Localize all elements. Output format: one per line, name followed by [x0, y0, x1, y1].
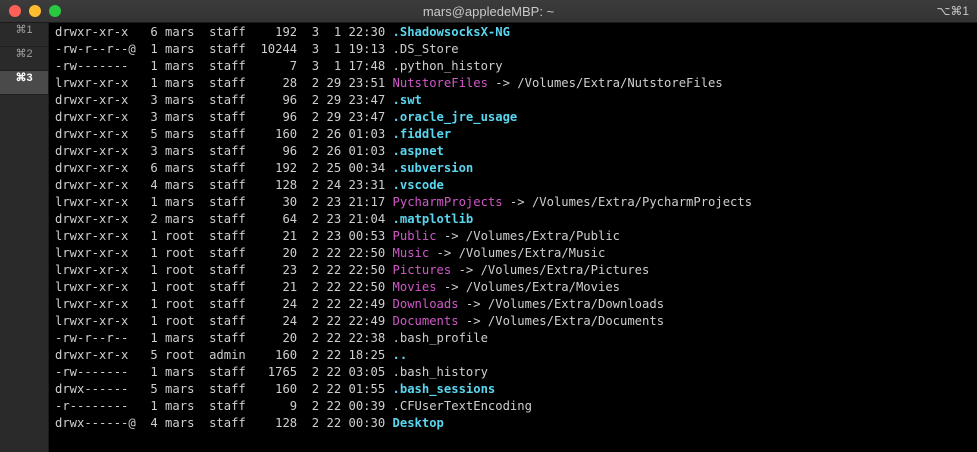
- symlink-name: NutstoreFiles: [392, 76, 488, 90]
- listing-row: drwxr-xr-x 3 mars staff 96 2 29 23:47 .o…: [55, 109, 977, 126]
- symlink-target: -> /Volumes/Extra/PycharmProjects: [502, 195, 753, 209]
- listing-row: -rw-r--r--@ 1 mars staff 10244 3 1 19:13…: [55, 41, 977, 58]
- symlink-target: -> /Volumes/Extra/Public: [436, 229, 620, 243]
- symlink-name: Pictures: [392, 263, 452, 277]
- listing-row: drwx------@ 4 mars staff 128 2 22 00:30 …: [55, 415, 977, 432]
- terminal-output[interactable]: drwxr-xr-x 6 mars staff 192 3 1 22:30 .S…: [55, 24, 977, 452]
- window-title: mars@appledeMBP: ~: [422, 4, 555, 19]
- file-meta: drwxr-xr-x 3 mars staff 96 2 29 23:47: [55, 110, 393, 124]
- file-name: .bash_history: [392, 365, 488, 379]
- file-meta: drwxr-xr-x 3 mars staff 96 2 26 01:03: [55, 144, 393, 158]
- symlink-target: -> /Volumes/Extra/Music: [429, 246, 606, 260]
- directory-name: .swt: [392, 93, 422, 107]
- listing-row: -rw------- 1 mars staff 1765 2 22 03:05 …: [55, 364, 977, 381]
- listing-row: lrwxr-xr-x 1 root staff 21 2 23 00:53 Pu…: [55, 228, 977, 245]
- file-meta: drwxr-xr-x 4 mars staff 128 2 24 23:31: [55, 178, 393, 192]
- symlink-name: Movies: [392, 280, 437, 294]
- title-bar[interactable]: mars@appledeMBP: ~ ⌥⌘1: [0, 0, 977, 23]
- file-meta: lrwxr-xr-x 1 root staff 20 2 22 22:50: [55, 246, 393, 260]
- file-meta: -r-------- 1 mars staff 9 2 22 00:39: [55, 399, 393, 413]
- listing-row: drwxr-xr-x 3 mars staff 96 2 29 23:47 .s…: [55, 92, 977, 109]
- file-meta: drwxr-xr-x 2 mars staff 64 2 23 21:04: [55, 212, 393, 226]
- listing-row: drwxr-xr-x 5 root admin 160 2 22 18:25 .…: [55, 347, 977, 364]
- listing-row: lrwxr-xr-x 1 root staff 24 2 22 22:49 Do…: [55, 313, 977, 330]
- file-meta: lrwxr-xr-x 1 root staff 21 2 23 00:53: [55, 229, 393, 243]
- symlink-name: Downloads: [392, 297, 459, 311]
- directory-name: .ShadowsocksX-NG: [392, 25, 510, 39]
- file-meta: drwxr-xr-x 5 mars staff 160 2 26 01:03: [55, 127, 393, 141]
- file-meta: -rw-r--r--@ 1 mars staff 10244 3 1 19:13: [55, 42, 393, 56]
- file-name: .python_history: [392, 59, 503, 73]
- terminal-window: mars@appledeMBP: ~ ⌥⌘1 ⌘1 ⌘2 ⌘3 drwxr-xr-x…: [0, 0, 977, 452]
- symlink-target: -> /Volumes/Extra/Documents: [458, 314, 665, 328]
- directory-name: .subversion: [392, 161, 474, 175]
- listing-row: -rw-r--r-- 1 mars staff 20 2 22 22:38 .b…: [55, 330, 977, 347]
- listing-row: drwxr-xr-x 5 mars staff 160 2 26 01:03 .…: [55, 126, 977, 143]
- file-meta: drwxr-xr-x 5 root admin 160 2 22 18:25: [55, 348, 393, 362]
- file-meta: drwx------@ 4 mars staff 128 2 22 00:30: [55, 416, 393, 430]
- directory-name: .oracle_jre_usage: [392, 110, 518, 124]
- listing-row: lrwxr-xr-x 1 mars staff 28 2 29 23:51 Nu…: [55, 75, 977, 92]
- file-meta: lrwxr-xr-x 1 root staff 24 2 22 22:49: [55, 314, 393, 328]
- listing-row: lrwxr-xr-x 1 mars staff 30 2 23 21:17 Py…: [55, 194, 977, 211]
- tab-2[interactable]: ⌘2: [0, 47, 48, 71]
- file-meta: drwxr-xr-x 6 mars staff 192 2 25 00:34: [55, 161, 393, 175]
- listing-row: drwx------ 5 mars staff 160 2 22 01:55 .…: [55, 381, 977, 398]
- directory-name: .fiddler: [392, 127, 452, 141]
- tab-1[interactable]: ⌘1: [0, 23, 48, 47]
- file-meta: -rw------- 1 mars staff 7 3 1 17:48: [55, 59, 393, 73]
- directory-name: ..: [392, 348, 408, 362]
- file-meta: lrwxr-xr-x 1 root staff 24 2 22 22:49: [55, 297, 393, 311]
- file-meta: -rw------- 1 mars staff 1765 2 22 03:05: [55, 365, 393, 379]
- listing-row: drwxr-xr-x 2 mars staff 64 2 23 21:04 .m…: [55, 211, 977, 228]
- listing-row: lrwxr-xr-x 1 root staff 23 2 22 22:50 Pi…: [55, 262, 977, 279]
- file-meta: drwxr-xr-x 6 mars staff 192 3 1 22:30: [55, 25, 393, 39]
- listing-row: -r-------- 1 mars staff 9 2 22 00:39 .CF…: [55, 398, 977, 415]
- file-name: .DS_Store: [392, 42, 459, 56]
- listing-row: drwxr-xr-x 3 mars staff 96 2 26 01:03 .a…: [55, 143, 977, 160]
- file-meta: drwx------ 5 mars staff 160 2 22 01:55: [55, 382, 393, 396]
- listing-row: -rw------- 1 mars staff 7 3 1 17:48 .pyt…: [55, 58, 977, 75]
- symlink-target: -> /Volumes/Extra/Pictures: [451, 263, 650, 277]
- symlink-name: Documents: [392, 314, 459, 328]
- symlink-name: PycharmProjects: [392, 195, 503, 209]
- directory-name: .aspnet: [392, 144, 444, 158]
- listing-row: lrwxr-xr-x 1 root staff 24 2 22 22:49 Do…: [55, 296, 977, 313]
- file-meta: -rw-r--r-- 1 mars staff 20 2 22 22:38: [55, 331, 393, 345]
- symlink-name: Music: [392, 246, 430, 260]
- listing-row: drwxr-xr-x 6 mars staff 192 2 25 00:34 .…: [55, 160, 977, 177]
- listing-row: lrwxr-xr-x 1 root staff 20 2 22 22:50 Mu…: [55, 245, 977, 262]
- file-meta: lrwxr-xr-x 1 root staff 23 2 22 22:50: [55, 263, 393, 277]
- directory-name: .bash_sessions: [392, 382, 496, 396]
- symlink-target: -> /Volumes/Extra/Movies: [436, 280, 620, 294]
- directory-name: .matplotlib: [392, 212, 474, 226]
- file-meta: lrwxr-xr-x 1 root staff 21 2 22 22:50: [55, 280, 393, 294]
- file-meta: lrwxr-xr-x 1 mars staff 30 2 23 21:17: [55, 195, 393, 209]
- listing-row: lrwxr-xr-x 1 root staff 21 2 22 22:50 Mo…: [55, 279, 977, 296]
- symlink-target: -> /Volumes/Extra/NutstoreFiles: [487, 76, 723, 90]
- symlink-name: Public: [392, 229, 437, 243]
- directory-name: .vscode: [392, 178, 444, 192]
- file-name: .bash_profile: [392, 331, 488, 345]
- listing-row: drwxr-xr-x 6 mars staff 192 3 1 22:30 .S…: [55, 24, 977, 41]
- tab-sidebar: ⌘1 ⌘2 ⌘3: [0, 23, 49, 452]
- listing-row: drwxr-xr-x 4 mars staff 128 2 24 23:31 .…: [55, 177, 977, 194]
- file-meta: drwxr-xr-x 3 mars staff 96 2 29 23:47: [55, 93, 393, 107]
- window-shortcut-label: ⌥⌘1: [936, 4, 969, 18]
- tab-3[interactable]: ⌘3: [0, 71, 48, 95]
- directory-name: Desktop: [392, 416, 444, 430]
- file-meta: lrwxr-xr-x 1 mars staff 28 2 29 23:51: [55, 76, 393, 90]
- symlink-target: -> /Volumes/Extra/Downloads: [458, 297, 665, 311]
- file-name: .CFUserTextEncoding: [392, 399, 532, 413]
